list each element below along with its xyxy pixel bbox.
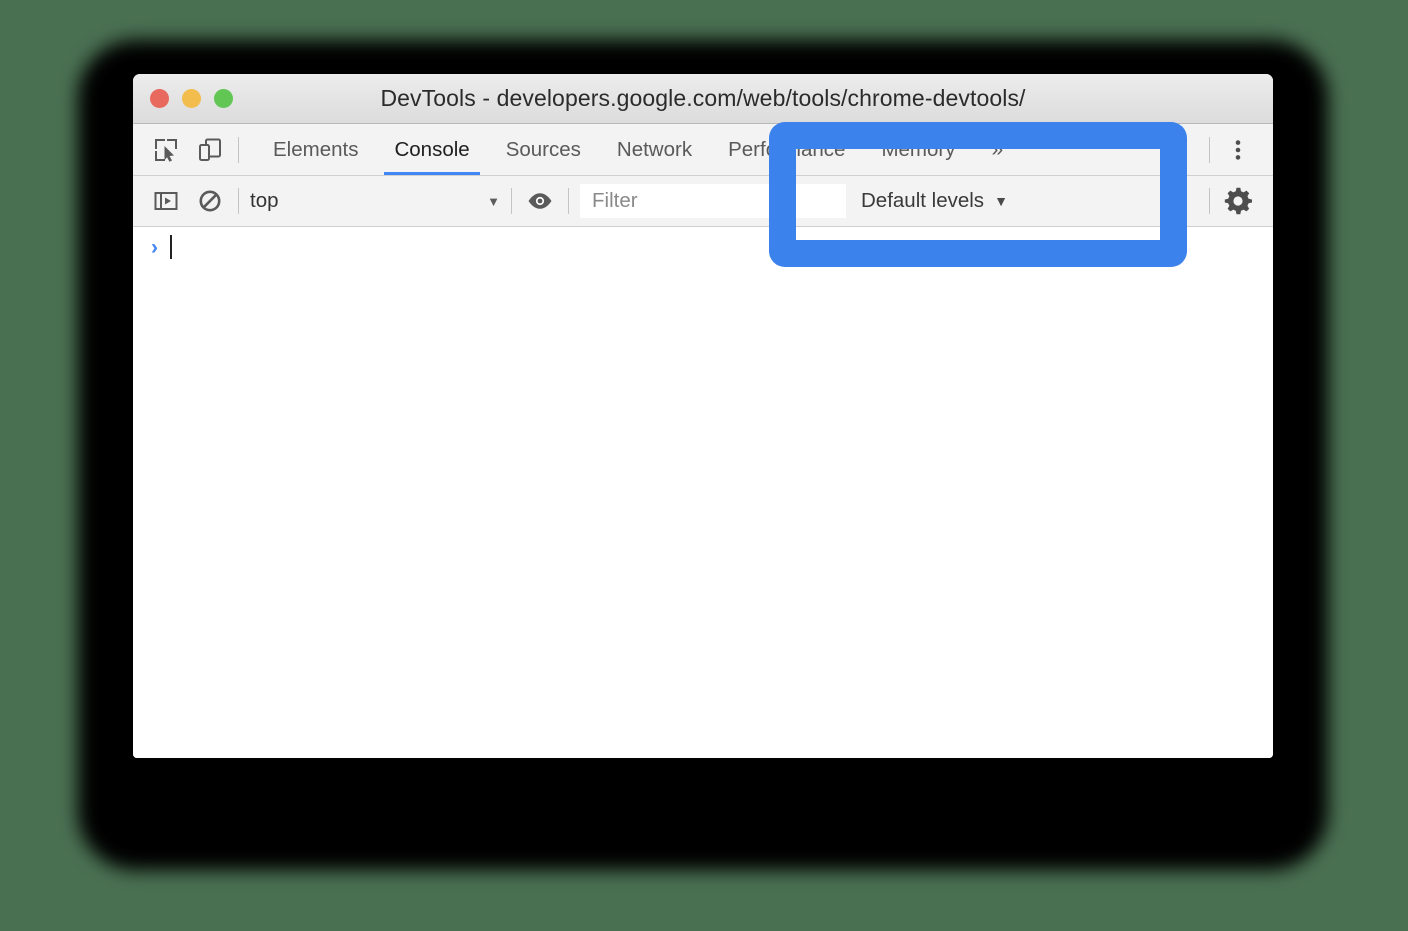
tabbar-right-group	[1198, 124, 1273, 175]
tab-performance[interactable]: Performance	[710, 124, 863, 175]
filterbar-divider-1	[238, 188, 239, 214]
console-prompt-chevron-icon: ›	[151, 235, 158, 259]
javascript-context-selector[interactable]: top ▼	[250, 189, 500, 213]
console-output-area[interactable]: ›	[133, 227, 1273, 758]
minimize-window-button[interactable]	[182, 89, 201, 108]
zoom-window-button[interactable]	[214, 89, 233, 108]
chevron-down-icon: ▼	[994, 193, 1008, 209]
more-tabs-icon: »	[991, 137, 1004, 161]
traffic-light-buttons	[150, 74, 233, 123]
filterbar-icon-group	[133, 184, 227, 218]
console-filter-input[interactable]: Filter	[580, 184, 846, 218]
tab-console[interactable]: Console	[376, 124, 487, 175]
devtools-window: DevTools - developers.google.com/web/too…	[133, 74, 1273, 758]
close-window-button[interactable]	[150, 89, 169, 108]
console-filter-toolbar: top ▼ Filter Default levels ▼	[133, 176, 1273, 227]
tabbar-right-divider	[1209, 136, 1210, 163]
console-prompt-row[interactable]: ›	[133, 227, 1273, 267]
show-console-sidebar-icon[interactable]	[149, 184, 183, 218]
tab-memory[interactable]: Memory	[863, 124, 973, 175]
devtools-tabbar: Elements Console Sources Network Perform…	[133, 124, 1273, 176]
log-levels-value: Default levels	[861, 189, 985, 212]
filterbar-divider-2	[511, 188, 512, 214]
inspect-element-icon[interactable]	[149, 133, 183, 167]
more-options-icon[interactable]	[1221, 133, 1255, 167]
live-expression-eye-icon[interactable]	[523, 184, 557, 218]
window-titlebar: DevTools - developers.google.com/web/too…	[133, 74, 1273, 124]
log-levels-dropdown[interactable]: Default levels ▼	[861, 189, 1008, 213]
tab-more-tabs[interactable]: »	[974, 124, 1022, 175]
tabbar-icon-group	[133, 133, 227, 167]
device-toolbar-icon[interactable]	[193, 133, 227, 167]
settings-gear-icon[interactable]	[1221, 184, 1255, 218]
filterbar-divider-3	[568, 188, 569, 214]
tab-network[interactable]: Network	[599, 124, 710, 175]
tabbar-divider	[238, 136, 239, 163]
devtools-tab-list: Elements Console Sources Network Perform…	[255, 124, 1021, 175]
chevron-down-icon: ▼	[487, 193, 500, 209]
context-selector-value: top	[250, 189, 279, 212]
console-text-cursor	[170, 235, 172, 259]
filterbar-right-group	[1198, 176, 1273, 226]
tab-sources[interactable]: Sources	[488, 124, 599, 175]
clear-console-icon[interactable]	[193, 184, 227, 218]
window-title: DevTools - developers.google.com/web/too…	[380, 85, 1026, 111]
filterbar-right-divider	[1209, 188, 1210, 214]
screenshot-stage: DevTools - developers.google.com/web/too…	[0, 0, 1408, 931]
console-filter-placeholder: Filter	[592, 189, 638, 212]
tab-elements[interactable]: Elements	[255, 124, 376, 175]
